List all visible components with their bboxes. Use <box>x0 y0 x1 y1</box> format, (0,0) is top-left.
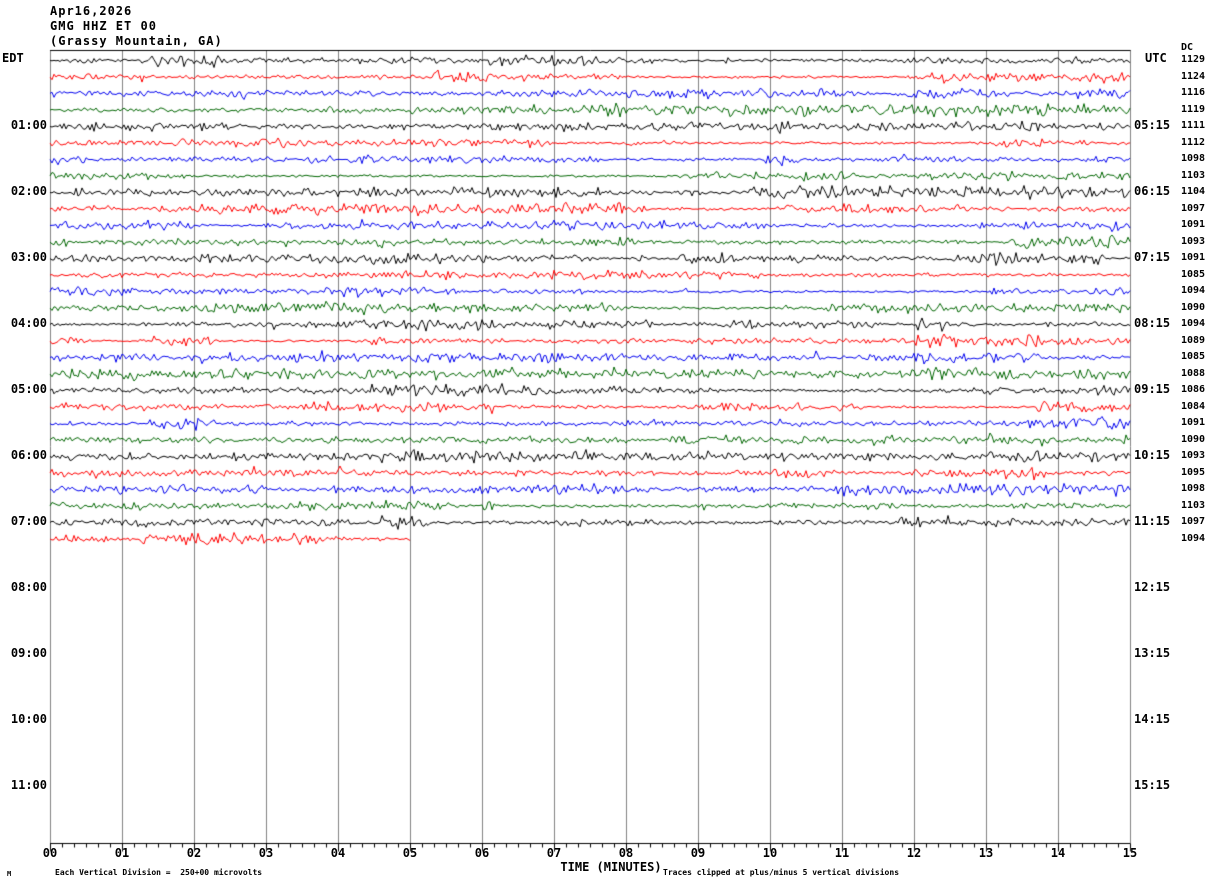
utc-time-label: 07:15 <box>1134 250 1171 264</box>
minute-tick-label: 08 <box>618 846 634 860</box>
utc-time-label: 13:15 <box>1134 646 1171 660</box>
edt-time-label: 03:00 <box>10 250 47 264</box>
utc-time-label: 11:15 <box>1134 514 1171 528</box>
dc-value: 1090 <box>1181 433 1206 445</box>
header-date: Apr16,2026 <box>50 4 133 18</box>
helicorder-screen: Apr16,2026 GMG HHZ ET 00 (Grassy Mountai… <box>0 0 1210 886</box>
clip-note: Traces clipped at plus/minus 5 vertical … <box>663 868 900 877</box>
dc-value: 1098 <box>1181 153 1206 164</box>
minute-tick-label: 10 <box>762 846 778 860</box>
dc-value: 1116 <box>1181 87 1206 98</box>
edt-time-label: 06:00 <box>10 448 47 462</box>
dc-value: 1094 <box>1181 318 1206 329</box>
dc-value: 1088 <box>1181 367 1206 379</box>
edt-axis-label: EDT <box>2 51 24 65</box>
utc-time-label: 09:15 <box>1134 382 1171 396</box>
utc-time-label: 06:15 <box>1134 184 1171 198</box>
minute-tick-label: 12 <box>906 846 922 860</box>
edt-time-label: 05:00 <box>10 382 47 396</box>
edt-time-label: 04:00 <box>10 316 47 330</box>
dc-value: 1091 <box>1181 417 1206 428</box>
minute-tick-label: 03 <box>258 846 274 860</box>
dc-value: 1093 <box>1181 235 1206 247</box>
dc-value: 1129 <box>1181 54 1206 65</box>
division-note: Each Vertical Division = 250+00 microvol… <box>55 868 263 877</box>
dc-value: 1097 <box>1181 516 1206 527</box>
utc-time-label: 10:15 <box>1134 448 1171 462</box>
utc-time-label: 08:15 <box>1134 316 1171 330</box>
minute-tick-label: 00 <box>42 846 58 860</box>
dc-value: 1085 <box>1181 268 1206 280</box>
dc-value: 1104 <box>1181 186 1206 197</box>
dc-value: 1119 <box>1181 103 1206 115</box>
dc-value: 1093 <box>1181 450 1206 461</box>
time-axis-label: TIME (MINUTES) <box>560 860 662 874</box>
minute-tick-label: 11 <box>834 846 850 860</box>
dc-value: 1098 <box>1181 483 1206 494</box>
edt-time-label: 07:00 <box>10 514 47 528</box>
dc-value: 1097 <box>1181 202 1206 214</box>
seismogram-canvas <box>0 0 1210 886</box>
edt-time-label: 09:00 <box>10 646 47 660</box>
dc-value: 1091 <box>1181 252 1206 263</box>
utc-axis-label: UTC <box>1145 51 1167 65</box>
edt-time-label: 02:00 <box>10 184 47 198</box>
minute-tick-label: 15 <box>1122 846 1138 860</box>
minute-tick-label: 14 <box>1050 846 1066 860</box>
dc-column-label: DC <box>1181 42 1194 53</box>
edt-time-label: 08:00 <box>10 580 47 594</box>
utc-time-label: 12:15 <box>1134 580 1171 594</box>
dc-value: 1124 <box>1181 70 1206 82</box>
minute-tick-label: 02 <box>186 846 202 860</box>
minute-tick-label: 04 <box>330 846 346 860</box>
minute-tick-label: 13 <box>978 846 994 860</box>
dc-value: 1094 <box>1181 532 1206 544</box>
watermark: M <box>7 870 12 878</box>
edt-time-label: 11:00 <box>10 778 47 792</box>
station-code: GMG HHZ ET 00 <box>50 19 157 33</box>
minute-tick-label: 06 <box>474 846 490 860</box>
edt-time-label: 10:00 <box>10 712 47 726</box>
utc-time-label: 05:15 <box>1134 118 1171 132</box>
dc-value: 1111 <box>1181 120 1206 131</box>
utc-time-label: 14:15 <box>1134 712 1171 726</box>
dc-value: 1112 <box>1181 136 1206 148</box>
station-location: (Grassy Mountain, GA) <box>50 34 223 48</box>
utc-time-label: 15:15 <box>1134 778 1171 792</box>
dc-value: 1095 <box>1181 466 1206 478</box>
edt-time-label: 01:00 <box>10 118 47 132</box>
dc-value: 1089 <box>1181 334 1206 346</box>
dc-value: 1090 <box>1181 301 1206 313</box>
dc-value: 1086 <box>1181 384 1206 395</box>
dc-value: 1094 <box>1181 285 1206 296</box>
dc-value: 1085 <box>1181 351 1206 362</box>
minute-tick-label: 07 <box>546 846 562 860</box>
minute-tick-label: 09 <box>690 846 706 860</box>
dc-value: 1091 <box>1181 219 1206 230</box>
dc-value: 1084 <box>1181 400 1206 412</box>
minute-tick-label: 05 <box>402 846 418 860</box>
dc-value: 1103 <box>1181 499 1206 511</box>
minute-tick-label: 01 <box>114 846 130 860</box>
dc-value: 1103 <box>1181 169 1206 181</box>
